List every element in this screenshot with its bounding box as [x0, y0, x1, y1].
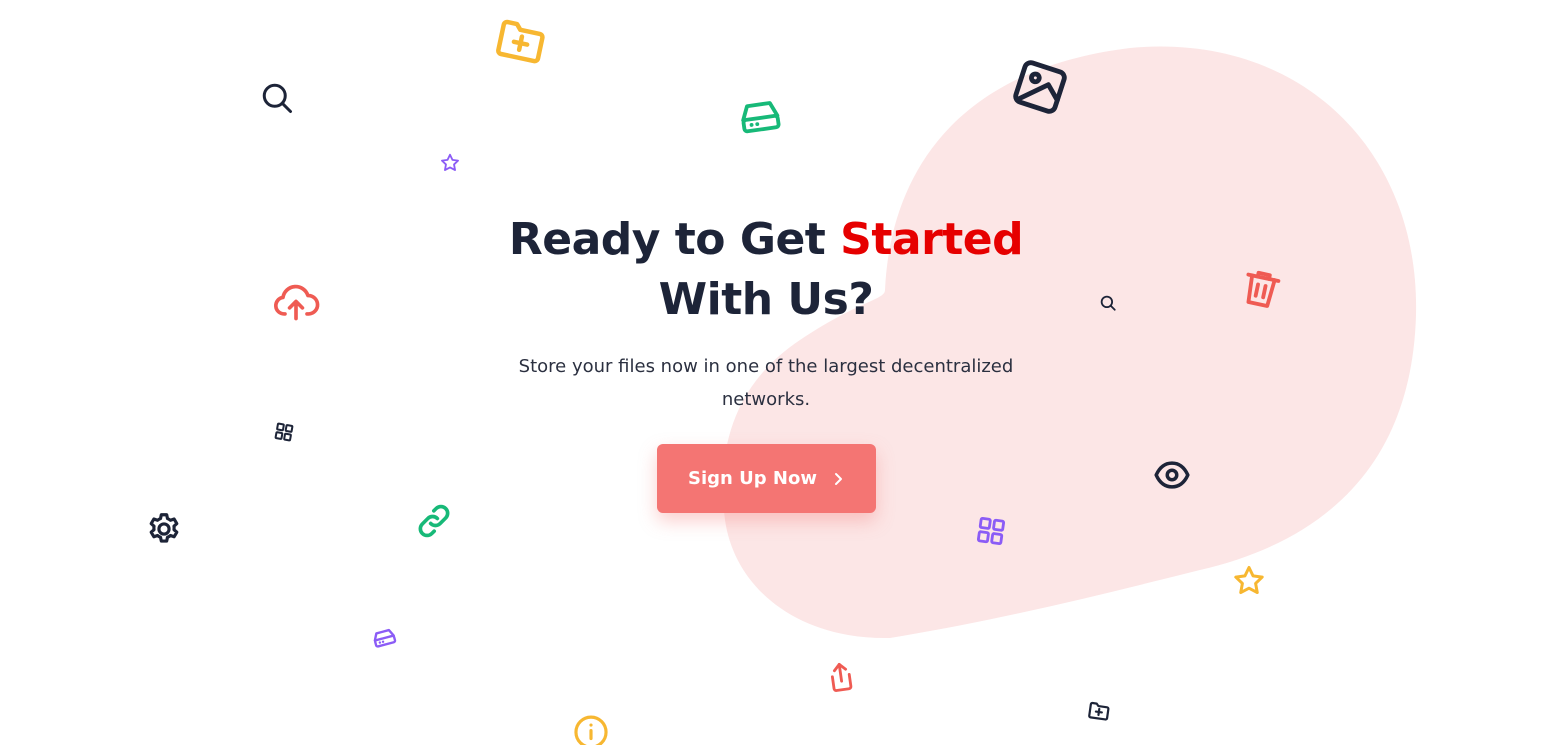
- hero-title: Ready to Get Started With Us?: [466, 210, 1066, 330]
- hero-title-prefix: Ready to Get: [508, 214, 841, 265]
- info-icon: [574, 715, 608, 745]
- hero-title-line2: With Us?: [658, 274, 874, 325]
- hard-drive-icon: [373, 628, 397, 648]
- share-icon: [830, 662, 853, 692]
- star-icon: [441, 153, 459, 171]
- cloud-upload-icon: [274, 284, 320, 321]
- folder-plus-icon: [496, 19, 545, 64]
- folder-plus-icon: [1088, 701, 1110, 721]
- image-icon: [1013, 60, 1067, 114]
- search-icon: [262, 83, 292, 113]
- cta-section: Ready to Get Started With Us? Store your…: [0, 0, 1543, 745]
- sign-up-button[interactable]: Sign Up Now: [657, 444, 876, 513]
- grid-icon: [274, 422, 294, 442]
- star-icon: [1234, 566, 1264, 595]
- hero-subtitle: Store your files now in one of the large…: [518, 356, 1014, 410]
- hard-drive-icon: [741, 101, 781, 134]
- link-icon: [418, 504, 450, 538]
- sign-up-button-label: Sign Up Now: [688, 468, 817, 489]
- chevron-right-icon: [834, 472, 842, 485]
- trash-icon: [1246, 270, 1281, 308]
- search-icon: [1100, 295, 1116, 311]
- gear-icon: [149, 513, 179, 543]
- hero-content: Ready to Get Started With Us? Store your…: [466, 210, 1066, 416]
- eye-icon: [1154, 461, 1190, 489]
- hero-title-accent: Started: [840, 214, 1024, 265]
- grid-icon: [976, 516, 1006, 546]
